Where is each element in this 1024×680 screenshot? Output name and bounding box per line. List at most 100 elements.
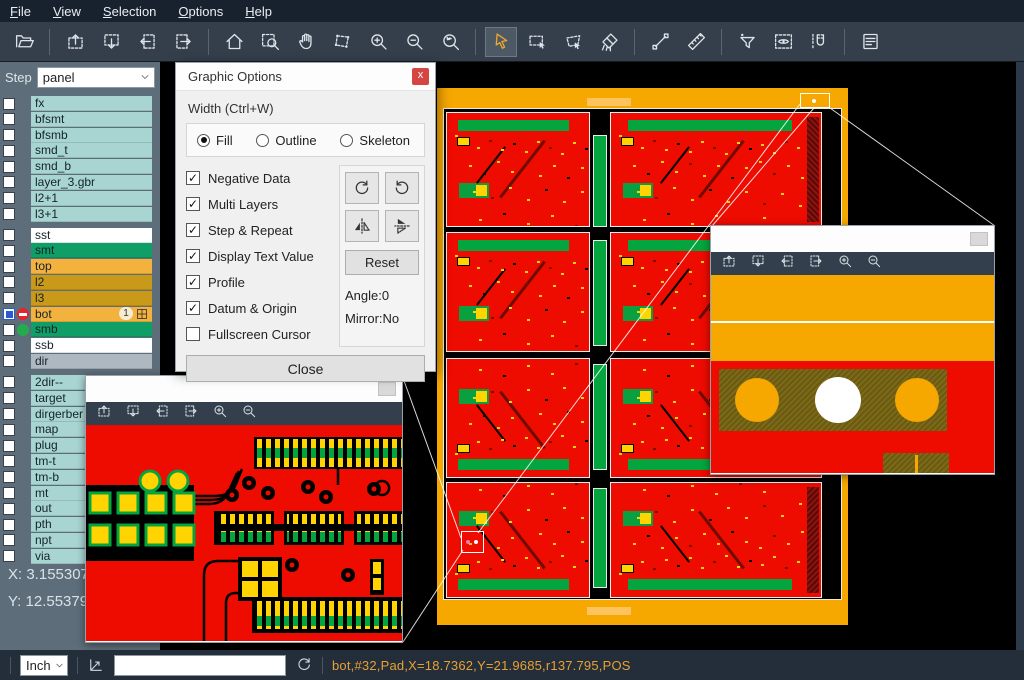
pan-down-button[interactable] (125, 403, 141, 424)
menu-item-options[interactable]: Options (178, 4, 223, 19)
layer-checkbox[interactable] (3, 487, 15, 499)
flip-vertical-button[interactable] (385, 210, 419, 242)
measure-distance-button[interactable] (644, 27, 676, 57)
layer-checkbox[interactable] (3, 145, 15, 157)
radio-fill[interactable]: Fill (197, 133, 233, 148)
layer-row-bfsmb[interactable]: bfsmb (0, 128, 160, 143)
pan-up-button[interactable] (59, 27, 91, 57)
pan-right-button[interactable] (167, 27, 199, 57)
layer-row-l3-1[interactable]: l3+1 (0, 207, 160, 222)
layer-checkbox[interactable] (3, 308, 15, 320)
move-view-button[interactable] (326, 27, 358, 57)
layer-checkbox[interactable] (3, 340, 15, 352)
magnifier-left-view[interactable] (86, 425, 402, 641)
unit-select[interactable]: Inch (20, 655, 68, 676)
zoom-in-button[interactable] (212, 403, 228, 424)
layer-checkbox[interactable] (3, 98, 15, 110)
zoom-home-button[interactable] (218, 27, 250, 57)
radio-skeleton[interactable]: Skeleton (340, 133, 410, 148)
layer-checkbox[interactable] (3, 408, 15, 420)
dialog-titlebar[interactable]: Graphic Options x (176, 63, 435, 91)
menu-item-view[interactable]: View (53, 4, 81, 19)
checkbox-display-text-value[interactable]: ✓Display Text Value (186, 243, 333, 269)
layer-checkbox[interactable] (3, 208, 15, 220)
window-button[interactable] (970, 232, 988, 246)
select-polygon-button[interactable] (557, 27, 589, 57)
pan-up-button[interactable] (96, 403, 112, 424)
zoom-out-button[interactable] (241, 403, 257, 424)
layer-row-sst[interactable]: sst (0, 228, 160, 243)
layer-checkbox[interactable] (3, 355, 15, 367)
pan-right-button[interactable] (183, 403, 199, 424)
menu-item-help[interactable]: Help (245, 4, 272, 19)
layer-checkbox[interactable] (3, 519, 15, 531)
pan-left-button[interactable] (779, 253, 795, 274)
layer-row-top[interactable]: top (0, 259, 160, 274)
layer-checkbox[interactable] (3, 376, 15, 388)
layer-row-smb[interactable]: smb (0, 322, 160, 337)
layer-checkbox[interactable] (3, 261, 15, 273)
checkbox-fullscreen-cursor[interactable]: Fullscreen Cursor (186, 321, 333, 347)
layer-row-smt[interactable]: smt (0, 243, 160, 258)
menu-item-selection[interactable]: Selection (103, 4, 156, 19)
layer-row-layer-3-gbr[interactable]: layer_3.gbr (0, 175, 160, 190)
pan-right-button[interactable] (808, 253, 824, 274)
layer-row-l3[interactable]: l3 (0, 291, 160, 306)
zoom-in-button[interactable] (362, 27, 394, 57)
menu-item-file[interactable]: File (10, 4, 31, 19)
magnifier-right-titlebar[interactable] (711, 226, 994, 252)
layer-checkbox[interactable] (3, 276, 15, 288)
layer-checkbox[interactable] (3, 471, 15, 483)
layer-checkbox[interactable] (3, 424, 15, 436)
layer-row-ssb[interactable]: ssb (0, 338, 160, 353)
flip-horizontal-button[interactable] (345, 210, 379, 242)
layer-row-dir[interactable]: dir (0, 354, 160, 369)
pan-down-button[interactable] (750, 253, 766, 274)
command-input[interactable] (114, 655, 286, 676)
layer-checkbox[interactable] (3, 292, 15, 304)
close-icon[interactable]: x (412, 68, 429, 85)
layer-checkbox[interactable] (3, 161, 15, 173)
pan-left-button[interactable] (154, 403, 170, 424)
layer-row-bfsmt[interactable]: bfsmt (0, 112, 160, 127)
reset-button[interactable]: Reset (345, 250, 419, 275)
layer-checkbox[interactable] (3, 534, 15, 546)
layer-checkbox[interactable] (3, 440, 15, 452)
checkbox-profile[interactable]: ✓Profile (186, 269, 333, 295)
layer-checkbox[interactable] (3, 129, 15, 141)
layer-row-smd-b[interactable]: smd_b (0, 159, 160, 174)
filter-button[interactable] (731, 27, 763, 57)
select-button[interactable] (485, 27, 517, 57)
layer-row-fx[interactable]: fx (0, 96, 160, 111)
zoom-in-button[interactable] (837, 253, 853, 274)
zoom-out-button[interactable] (866, 253, 882, 274)
checkbox-negative-data[interactable]: ✓Negative Data (186, 165, 333, 191)
layer-checkbox[interactable] (3, 113, 15, 125)
layer-row-l2-1[interactable]: l2+1 (0, 191, 160, 206)
layer-checkbox[interactable] (3, 176, 15, 188)
layer-checkbox[interactable] (3, 245, 15, 257)
zoom-out-button[interactable] (398, 27, 430, 57)
step-select[interactable]: panel (37, 67, 155, 88)
pan-left-button[interactable] (131, 27, 163, 57)
magnifier-right-view[interactable] (711, 275, 994, 473)
view-options-button[interactable] (767, 27, 799, 57)
layer-checkbox[interactable] (3, 229, 15, 241)
layers-panel-button[interactable] (854, 27, 886, 57)
clear-highlight-button[interactable] (593, 27, 625, 57)
layer-checkbox[interactable] (3, 392, 15, 404)
pan-up-button[interactable] (721, 253, 737, 274)
measure-corner-icon[interactable] (87, 656, 105, 674)
snap-button[interactable] (803, 27, 835, 57)
zoom-window-button[interactable] (254, 27, 286, 57)
pan-hand-button[interactable] (290, 27, 322, 57)
layer-checkbox[interactable] (3, 503, 15, 515)
pan-down-button[interactable] (95, 27, 127, 57)
select-rectangle-button[interactable] (521, 27, 553, 57)
layer-row-bot[interactable]: bot1 (0, 307, 160, 322)
layer-checkbox[interactable] (3, 455, 15, 467)
radio-outline[interactable]: Outline (256, 133, 316, 148)
refresh-icon[interactable] (295, 656, 313, 674)
checkbox-datum-origin[interactable]: ✓Datum & Origin (186, 295, 333, 321)
checkbox-multi-layers[interactable]: ✓Multi Layers (186, 191, 333, 217)
